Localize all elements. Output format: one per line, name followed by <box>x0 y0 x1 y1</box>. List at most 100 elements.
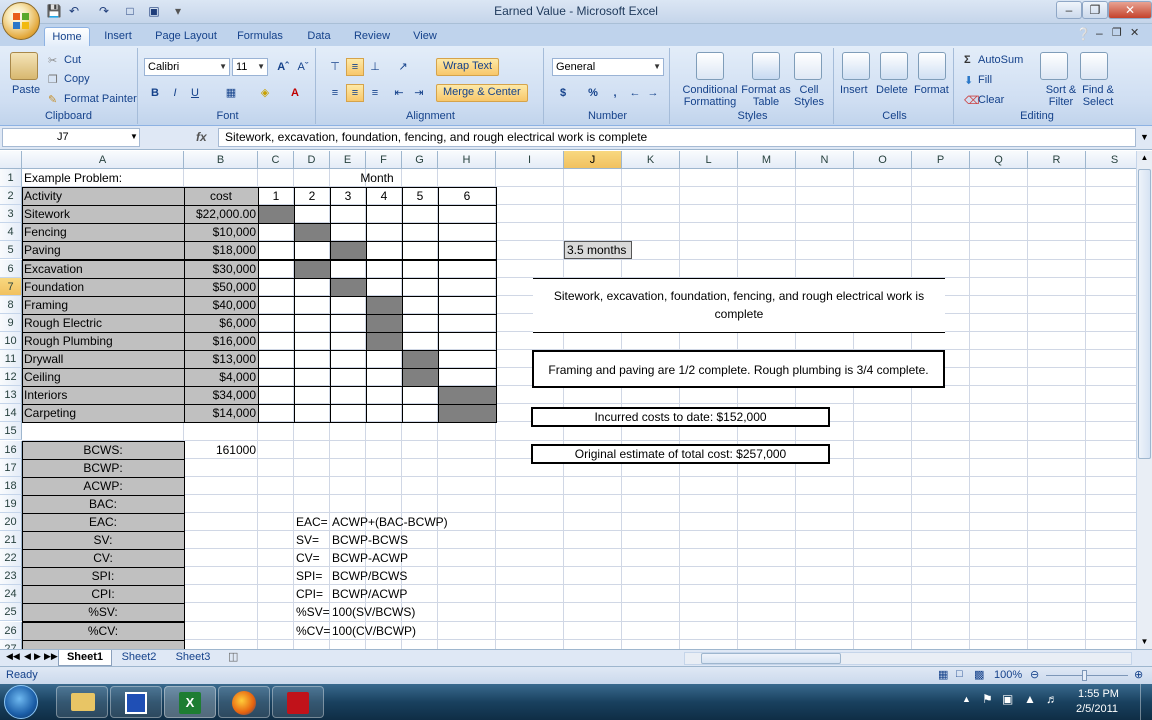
align-bottom-icon[interactable]: ⊥ <box>366 58 384 76</box>
wrap-text-button[interactable]: Wrap Text <box>436 58 500 76</box>
cell-activity-name[interactable]: Sitework <box>22 205 184 223</box>
cell-metric-label[interactable]: SV: <box>22 531 184 549</box>
cell-formula-key[interactable]: CPI= <box>294 585 330 603</box>
cell-activity-cost[interactable]: $10,000 <box>184 223 258 241</box>
column-header-k[interactable]: K <box>622 151 680 169</box>
row-header-9[interactable]: 9 <box>0 313 22 332</box>
row-header-6[interactable]: 6 <box>0 259 22 278</box>
cell-month-2[interactable]: 2 <box>294 187 330 205</box>
sheet-tab-2[interactable]: Sheet2 <box>114 650 164 666</box>
font-size-combo[interactable]: 11 ▼ <box>232 58 268 76</box>
vertical-scrollbar[interactable]: ▲ ▼ <box>1136 151 1152 649</box>
cell-formula-value[interactable]: 100(CV/BCWP) <box>330 622 416 640</box>
cell-metric-label[interactable]: BCWP: <box>22 459 184 477</box>
cell-metric-label[interactable]: CPI: <box>22 585 184 603</box>
excel-taskbar-icon[interactable]: X <box>164 686 216 718</box>
column-header-s[interactable]: S <box>1086 151 1136 169</box>
insert-cells-button[interactable]: Insert <box>840 84 868 96</box>
maximize-button[interactable]: ❐ <box>1082 1 1108 19</box>
cell-activity-cost[interactable]: $50,000 <box>184 278 258 296</box>
original-estimate-box[interactable]: Original estimate of total cost: $257,00… <box>531 444 830 464</box>
battery-icon[interactable]: ▣ <box>1002 692 1013 706</box>
column-header-g[interactable]: G <box>402 151 438 169</box>
borders-icon[interactable]: ▦ <box>222 84 240 102</box>
zoom-out-icon[interactable]: ⊖ <box>1030 668 1039 681</box>
row-header-1[interactable]: 1 <box>0 169 22 188</box>
cell-formula-key[interactable]: CV= <box>294 549 330 567</box>
ribbon-minimize-icon[interactable]: – <box>1096 26 1103 40</box>
progress-textbox-2[interactable]: Framing and paving are 1/2 complete. Rou… <box>532 350 945 388</box>
cell-month-3[interactable]: 3 <box>330 187 366 205</box>
cell-activity-name[interactable]: Paving <box>22 241 184 259</box>
column-header-h[interactable]: H <box>438 151 496 169</box>
row-header-21[interactable]: 21 <box>0 531 22 550</box>
format-painter-button[interactable]: Format Painter <box>64 93 137 105</box>
cell-metric-label[interactable]: BCWS: <box>22 441 184 459</box>
page-break-view-icon[interactable]: ▩ <box>974 668 984 681</box>
workbook-close-icon[interactable]: ✕ <box>1130 26 1139 39</box>
formula-input[interactable]: Sitework, excavation, foundation, fencin… <box>218 128 1136 147</box>
cell-cost-header[interactable]: cost <box>184 187 258 205</box>
cell-a1[interactable]: Example Problem: <box>22 169 184 187</box>
cell-metric-label[interactable]: SPI: <box>22 567 184 585</box>
shrink-font-icon[interactable]: Aˇ <box>294 58 312 76</box>
cell-formula-value[interactable]: BCWP/BCWS <box>330 567 407 585</box>
cell-activity-name[interactable]: Excavation <box>22 260 184 278</box>
action-center-icon[interactable]: ⚑ <box>982 692 993 706</box>
volume-icon[interactable]: ♬ <box>1046 692 1058 706</box>
underline-button[interactable]: U <box>186 84 204 102</box>
next-sheet-icon[interactable]: ▶ <box>34 651 41 662</box>
tab-formulas[interactable]: Formulas <box>232 27 288 46</box>
tab-data[interactable]: Data <box>298 27 340 46</box>
row-header-20[interactable]: 20 <box>0 512 22 531</box>
normal-view-icon[interactable]: ▦ <box>938 668 948 681</box>
column-header-d[interactable]: D <box>294 151 330 169</box>
prev-sheet-icon[interactable]: ◀ <box>24 651 31 662</box>
italic-button[interactable]: I <box>166 84 184 102</box>
zoom-in-icon[interactable]: ⊕ <box>1134 668 1143 681</box>
cell-metric-label[interactable]: ACWP: <box>22 477 184 495</box>
cell-formula-key[interactable]: %CV= <box>294 622 330 640</box>
row-header-25[interactable]: 25 <box>0 603 22 622</box>
cell-formula-value[interactable]: BCWP-BCWS <box>330 531 408 549</box>
row-header-3[interactable]: 3 <box>0 205 22 224</box>
cell-month-4[interactable]: 4 <box>366 187 402 205</box>
row-header-2[interactable]: 2 <box>0 187 22 206</box>
network-icon[interactable]: ▲ <box>1024 692 1036 706</box>
name-box[interactable]: J7 <box>2 128 140 147</box>
grow-font-icon[interactable]: Aˆ <box>274 58 292 76</box>
column-header-j[interactable]: J <box>564 151 622 169</box>
cell-formula-value[interactable]: ACWP+(BAC-BCWP) <box>330 513 448 531</box>
sort-filter-button[interactable]: Sort & Filter <box>1044 84 1078 108</box>
clock-date[interactable]: 2/5/2011 <box>1076 703 1118 715</box>
undo-icon[interactable]: ↶ <box>66 3 82 19</box>
cell-activity-name[interactable]: Fencing <box>22 223 184 241</box>
select-all-corner[interactable] <box>0 151 22 169</box>
column-header-b[interactable]: B <box>184 151 258 169</box>
format-as-table-button[interactable]: Format as Table <box>740 84 792 108</box>
delete-cells-button[interactable]: Delete <box>876 84 908 96</box>
column-header-o[interactable]: O <box>854 151 912 169</box>
column-header-e[interactable]: E <box>330 151 366 169</box>
align-center-icon[interactable]: ≡ <box>346 84 364 102</box>
column-header-p[interactable]: P <box>912 151 970 169</box>
cell-month-6[interactable]: 6 <box>438 187 496 205</box>
row-header-11[interactable]: 11 <box>0 350 22 369</box>
insert-function-icon[interactable]: fx <box>196 130 207 144</box>
redo-icon[interactable]: ↷ <box>96 3 112 19</box>
cell-metric-label[interactable]: EAC: <box>22 513 184 531</box>
column-header-i[interactable]: I <box>496 151 564 169</box>
insert-cells-icon[interactable] <box>842 52 870 80</box>
tab-view[interactable]: View <box>404 27 446 46</box>
decrease-indent-icon[interactable]: ⇤ <box>390 84 408 102</box>
insert-sheet-icon[interactable]: ◫ <box>228 650 238 663</box>
zoom-slider-thumb[interactable] <box>1082 670 1087 681</box>
page-layout-view-icon[interactable]: □ <box>956 668 963 680</box>
cell-activity-cost[interactable]: $4,000 <box>184 368 258 386</box>
cell-formula-value[interactable]: BCWP-ACWP <box>330 549 408 567</box>
acrobat-taskbar-icon[interactable] <box>272 686 324 718</box>
cell-activity-name[interactable]: Ceiling <box>22 368 184 386</box>
column-header-r[interactable]: R <box>1028 151 1086 169</box>
spreadsheet-grid[interactable]: A B C D E F G H I J K L M N O P Q R S 1 2 3 4 5 6 7 8 9 10 11 12 13 14 15… <box>0 151 1136 649</box>
cell-metric-label[interactable]: %CV: <box>22 622 184 640</box>
